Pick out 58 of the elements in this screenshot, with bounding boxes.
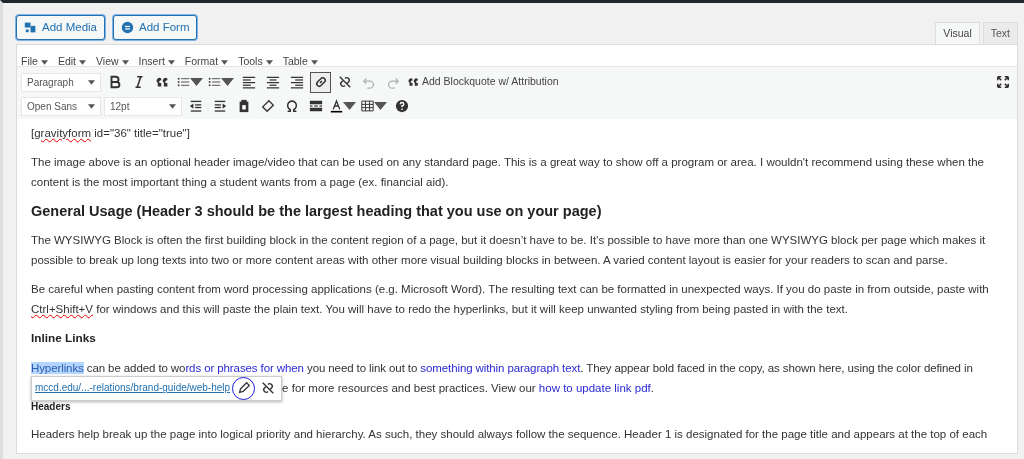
format-select[interactable]: Paragraph bbox=[21, 72, 101, 92]
caret-icon bbox=[40, 59, 48, 65]
menu-item[interactable]: View bbox=[96, 54, 129, 70]
link[interactable]: rds or phrases for when bbox=[185, 362, 304, 375]
link[interactable]: how to update link pdf bbox=[538, 382, 651, 395]
paragraph: [gravityform id="36" title="true"] bbox=[31, 126, 191, 142]
editor-tab[interactable]: Text bbox=[982, 21, 1018, 45]
quote-icon bbox=[408, 76, 420, 89]
menu-item[interactable]: Edit bbox=[57, 54, 86, 70]
heading: Headers bbox=[31, 400, 72, 415]
align-left-icon bbox=[241, 75, 256, 90]
editor-tab[interactable]: Visual bbox=[935, 21, 980, 45]
help-icon bbox=[394, 99, 409, 114]
paragraph-line: e for more resources and best practices. View our how to update link pdf. bbox=[282, 381, 654, 397]
caret-icon bbox=[310, 59, 318, 65]
caret-icon bbox=[121, 59, 129, 65]
paragraph: The WYSIWYG Block is often the first building block in the content region of a page, but it doesn’t have to be. It’s possible to have more than one WYSIWYG block per page which makes it possible to break up long texts into two or more content areas with other more visual building blocks in between. A varied content layout is easier for your readers to scan and parse. bbox=[31, 233, 987, 269]
form-icon bbox=[121, 21, 134, 35]
redo-icon bbox=[385, 75, 400, 90]
size-select[interactable]: 12pt bbox=[104, 96, 182, 116]
table-icon bbox=[361, 99, 374, 114]
menu-item[interactable]: Insert bbox=[138, 54, 175, 70]
link-url[interactable]: mccd.edu/...-relations/brand-guide/web-help bbox=[35, 378, 231, 399]
more-tag-icon bbox=[308, 99, 323, 114]
link-button[interactable] bbox=[310, 71, 331, 93]
heading: General Usage (Header 3 should be the largest heading that you use on your page) bbox=[31, 202, 603, 222]
paragraph: The image above is an optional header image/video that can be used on any standard page. This is a great way to show off a program or area. I wouldn't recommend using these when the content is the most important thing a student wants from a page (ex. financial aid). bbox=[31, 155, 986, 191]
heading: Inline Links bbox=[31, 330, 97, 348]
caret-icon bbox=[79, 59, 86, 65]
align-right-icon bbox=[289, 75, 304, 90]
undo-icon bbox=[361, 75, 376, 90]
menu-item[interactable]: Tools bbox=[238, 54, 273, 70]
omega-icon bbox=[284, 99, 299, 114]
menu-item[interactable]: File bbox=[21, 54, 48, 70]
unlink-icon bbox=[337, 75, 352, 90]
paragraph: Headers help break up the page into logical priority and hierarchy. As such, they should always follow the sequence. Header 1 is designated for the page title and appears at the top of each bbox=[31, 427, 989, 443]
align-center-icon bbox=[265, 75, 280, 90]
caret-icon bbox=[221, 59, 229, 65]
blockquote-attribution-button[interactable]: Add Blockquote w/ Attribution bbox=[406, 74, 561, 91]
caret-icon bbox=[169, 103, 176, 109]
paragraph-line: Hyperlinks can be added to words or phrases for when you need to link out to something within paragraph text. They appear bold faced in the copy, as shown here, using the color defined in bbox=[31, 361, 974, 377]
link-icon bbox=[313, 75, 328, 90]
media-button[interactable]: Add Media bbox=[16, 15, 105, 41]
caret-icon bbox=[88, 79, 95, 85]
paragraph: Be careful when pasting content from word processing applications (e.g. Microsoft Word). The resulting text can be formatted in unexpected ways. If you do paste in from outside, paste with Ctrl+Shift+V for windows and this will paste the plain text. You will have to redo the hyperlinks, but it will keep unwanted styling from being pasted in with the text. bbox=[31, 282, 990, 318]
menu-item[interactable]: Format bbox=[184, 54, 229, 70]
font-select[interactable]: Open Sans bbox=[21, 96, 101, 116]
fullscreen-icon bbox=[995, 75, 1010, 90]
caret-icon bbox=[265, 59, 273, 65]
caret-icon bbox=[88, 103, 95, 109]
menu-item[interactable]: Table bbox=[282, 54, 318, 70]
outdent-icon bbox=[188, 99, 203, 114]
media-button[interactable]: Add Form bbox=[113, 15, 198, 41]
text-color-icon bbox=[330, 99, 343, 114]
caret-icon bbox=[167, 59, 175, 65]
indent-icon bbox=[212, 99, 227, 114]
unlink-icon bbox=[260, 381, 275, 396]
pencil-icon bbox=[236, 381, 251, 396]
